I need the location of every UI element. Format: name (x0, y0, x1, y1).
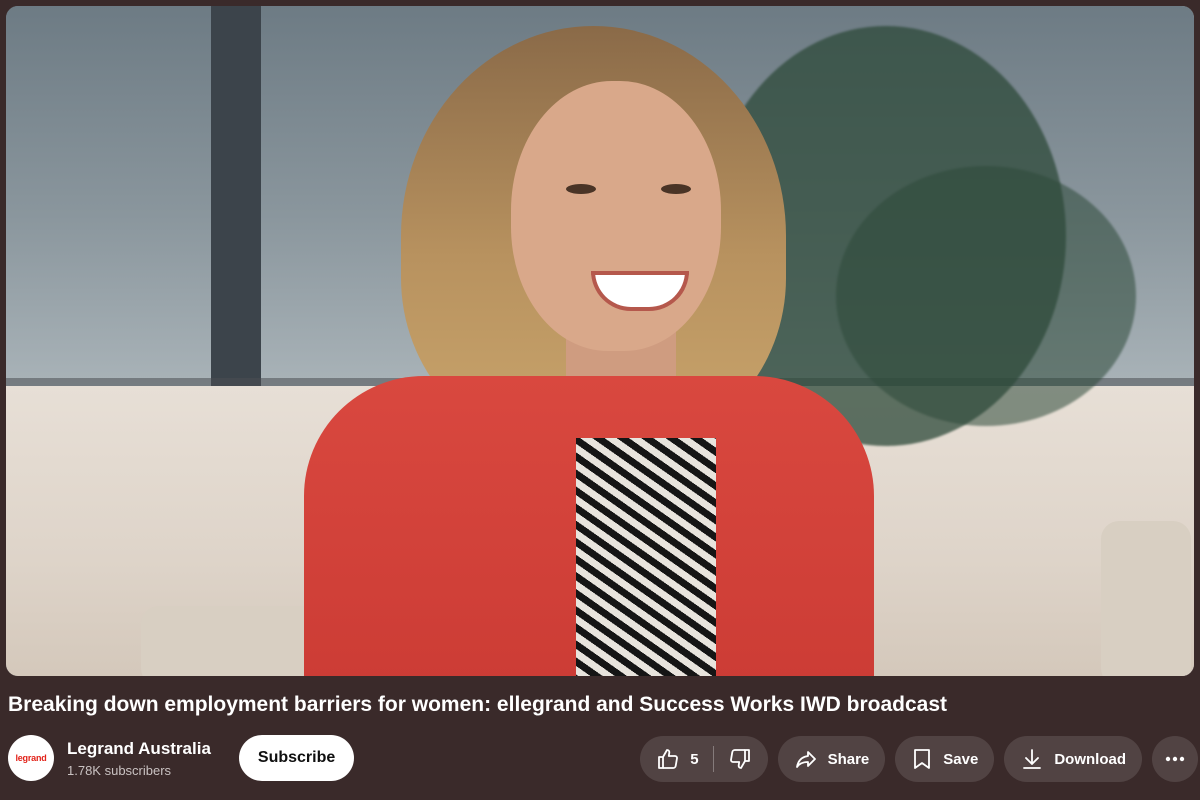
like-button[interactable]: 5 (640, 736, 712, 782)
download-arrow-icon (1020, 747, 1044, 771)
speaker-eye-left (566, 184, 596, 194)
speaker-face (511, 81, 721, 351)
share-button[interactable]: Share (777, 736, 886, 782)
dislike-button[interactable] (714, 736, 768, 782)
plant-leaves (836, 166, 1136, 426)
thumbs-down-icon (728, 747, 752, 771)
save-button[interactable]: Save (895, 736, 995, 782)
channel-avatar-logo: legrand (15, 753, 47, 763)
like-dislike-group: 5 (640, 736, 768, 782)
like-count: 5 (690, 750, 699, 768)
more-actions-button[interactable] (1152, 736, 1198, 782)
more-horizontal-icon (1163, 747, 1187, 771)
channel-name[interactable]: Legrand Australia (67, 739, 211, 759)
subscriber-count: 1.78K subscribers (67, 762, 172, 778)
download-button[interactable]: Download (1004, 736, 1142, 782)
thumbs-up-icon (656, 747, 680, 771)
channel-avatar[interactable]: legrand (8, 735, 54, 781)
video-actions: 5 Share Save Download (640, 736, 1198, 782)
channel-meta: Legrand Australia 1.78K subscribers (67, 739, 211, 778)
speaker-eye-right (661, 184, 691, 194)
video-title: Breaking down employment barriers for wo… (8, 693, 948, 716)
bookmark-icon (911, 747, 933, 771)
sofa-right (1101, 521, 1191, 676)
share-arrow-icon (794, 747, 818, 771)
download-label: Download (1054, 750, 1126, 768)
subscribe-button[interactable]: Subscribe (238, 735, 355, 781)
channel-info: legrand Legrand Australia 1.78K subscrib… (8, 733, 355, 783)
share-label: Share (827, 750, 870, 768)
video-player[interactable] (6, 6, 1194, 676)
window-frame (211, 6, 261, 386)
save-label: Save (943, 750, 979, 768)
speaker-patterned-top (576, 438, 716, 676)
sofa-left (141, 606, 321, 676)
